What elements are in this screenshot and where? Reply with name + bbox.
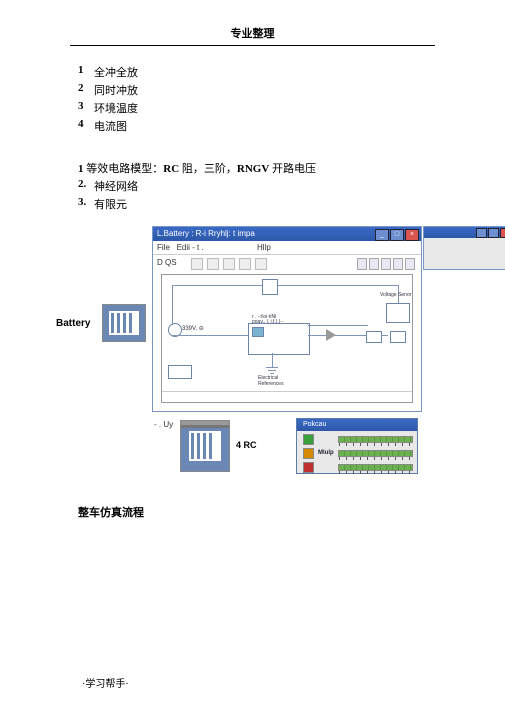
meter-bar[interactable] [338,436,413,443]
meter-window[interactable]: Pokcau Mlulp [296,418,418,474]
list2-b2: RNGV [237,163,269,175]
meter-row [303,462,413,472]
list-number: 1 [78,64,94,76]
menu-help[interactable]: Hllp [257,243,271,252]
meter-titlebar[interactable]: Pokcau [297,419,417,431]
canvas-border: Voltage Senor 339V. ⊖ r . -:i\oi-tiNl po… [161,274,413,403]
meter-title-text: Pokcau [303,421,326,428]
meter-row: Mlulp [303,448,413,458]
list2-prefix: 等效电路模型： [86,163,163,175]
meter-icon [303,448,314,459]
meter-bar[interactable] [338,464,413,471]
meter-label: Mlulp [318,450,338,456]
menubar[interactable]: File Edii - t . Hllp [153,241,421,255]
toolbar-icon[interactable] [223,258,235,270]
list-number: 1 [78,163,84,175]
maximize-button[interactable]: □ [390,229,404,241]
voltage-sensor-label: Voltage Senor [380,292,411,298]
list1-item-2: 2 同时冲放 [78,82,427,98]
list-text: 有限元 [94,196,127,212]
toolbar-text: D QS [157,258,177,267]
minimize-button[interactable] [476,228,487,238]
meter-bar[interactable] [338,450,413,457]
list-text: 同时冲放 [94,82,138,98]
toolbar-icon[interactable] [191,258,203,270]
list1-item-1: 1 全冲全放 [78,64,427,80]
figure-bottom-row: - . Uy 4 RC Pokcau [78,418,427,478]
subsystem-block[interactable] [248,323,310,355]
list-number: 3 [78,100,94,112]
model-canvas[interactable]: Voltage Senor 339V. ⊖ r . -:i\oi-tiNl po… [153,270,421,411]
window-titlebar[interactable]: L.Battery : R-i Rryhlj: t impa _ □ × [153,227,421,241]
window-title: L.Battery : R-i Rryhlj: t impa [157,229,255,238]
menu-file[interactable]: File [157,243,170,252]
voltage-sensor-block[interactable] [386,303,410,323]
close-button[interactable] [500,228,505,238]
figure-area: Battery L.Battery : R-i Rryhlj: t impa _… [78,226,427,474]
list2-mid1: 阻，三阶， [179,163,237,175]
toolbar-icon[interactable] [255,258,267,270]
section-title: 整车仿真流程 [78,504,427,520]
content-area: 1 全冲全放 2 同时冲放 3 环境温度 4 电流图 1 等效电路模型：RC 阻… [0,46,505,520]
minimize-button[interactable]: _ [375,229,389,241]
secondary-window[interactable] [423,226,505,270]
toolbar-icon[interactable] [381,258,391,270]
meter-row [303,434,413,444]
powergui-block[interactable] [168,365,192,379]
menu-edit[interactable]: Edii - t . [177,243,204,252]
page: 专业整理 1 全冲全放 2 同时冲放 3 环境温度 4 电流图 1 等效电路模型… [0,0,505,714]
battery-rc-icon [180,420,230,472]
list-number: 4 [78,118,94,130]
block-icon[interactable] [390,331,406,343]
rc-label: 4 RC [236,440,257,450]
battery-label: Battery [56,318,90,329]
block-icon[interactable] [366,331,382,343]
gain-block-icon[interactable] [326,329,336,341]
list-text: 神经网络 [94,178,138,194]
bottom-text: - . Uy [154,420,173,429]
list-number: 2 [78,82,94,94]
battery-icon [102,304,146,342]
secondary-titlebar[interactable] [424,227,505,238]
toolbar-icon[interactable] [357,258,367,270]
list2-item-3: 3. 有限元 [78,196,427,212]
port-icon [252,327,264,337]
list-number: 2. [78,178,94,190]
page-header: 专业整理 [0,0,505,41]
toolbar-icon[interactable] [207,258,219,270]
list-text: 环境温度 [94,100,138,116]
voltage-source-label: 339V. ⊖ [182,325,204,332]
toolbar-icon[interactable] [393,258,403,270]
subsystem-label-2: poav.. l. i.f.).|·- [252,320,284,325]
list1-item-3: 3 环境温度 [78,100,427,116]
list2-item-1: 1 等效电路模型：RC 阻，三阶，RNGV 开路电压 [78,160,427,176]
list1-item-4: 4 电流图 [78,118,427,134]
list-text: 电流图 [94,118,127,134]
block-icon[interactable] [262,279,278,295]
maximize-button[interactable] [488,228,499,238]
toolbar-icon[interactable] [405,258,415,270]
list2-b1: RC [163,163,179,175]
close-button[interactable]: × [405,229,419,241]
simulink-window[interactable]: L.Battery : R-i Rryhlj: t impa _ □ × Fil… [152,226,422,412]
list2-mid2: 开路电压 [269,163,316,175]
meter-icon [303,434,314,445]
battery-inner [109,311,139,335]
list-number: 3. [78,196,94,208]
toolbar-icon[interactable] [239,258,251,270]
list-text: 全冲全放 [94,64,138,80]
list2-item-2: 2. 神经网络 [78,178,427,194]
ground-label: Electrical References [258,375,284,387]
window-controls: _ □ × [375,229,419,241]
meter-icon [303,462,314,473]
meter-body: Mlulp [297,431,417,473]
page-footer: ·学习帮手· [82,675,129,690]
toolbar-icon[interactable] [369,258,379,270]
